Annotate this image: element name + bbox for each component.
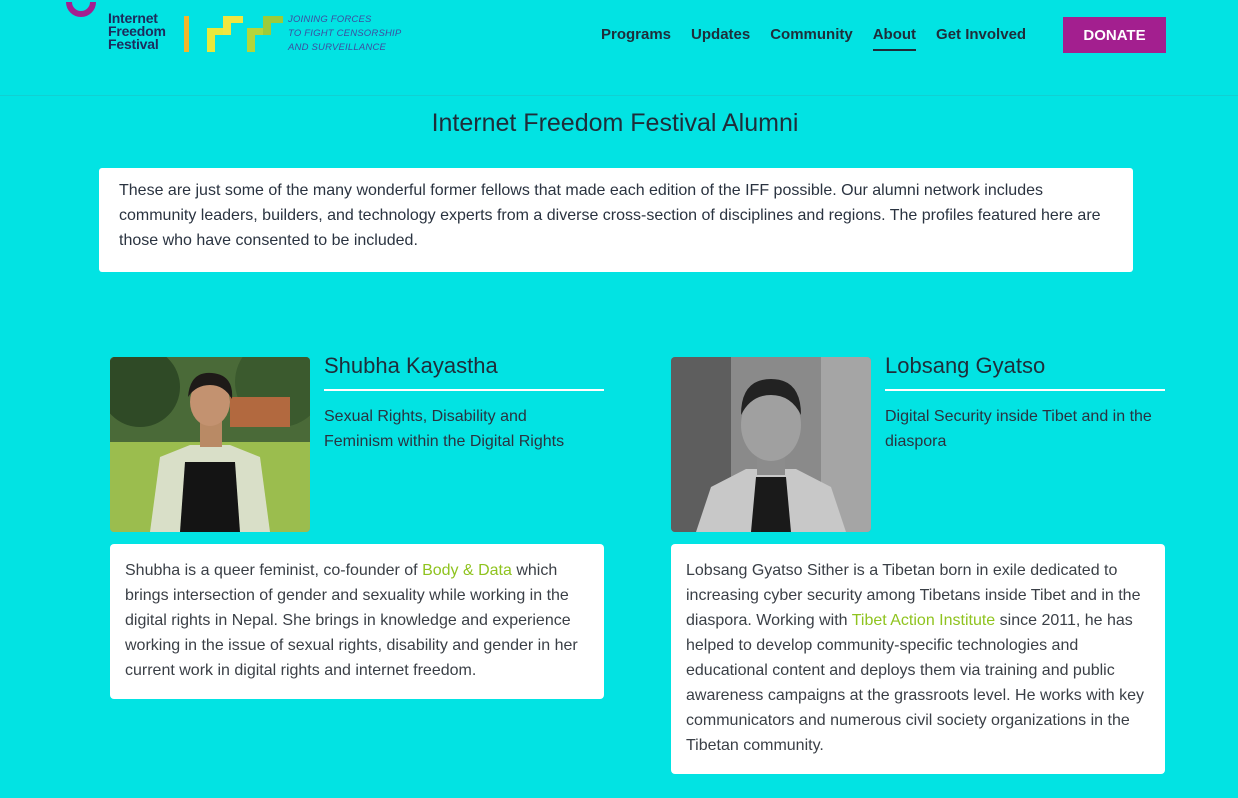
intro-text: These are just some of the many wonderfu…	[99, 168, 1133, 272]
alumni-photo	[671, 357, 871, 532]
nav-updates[interactable]: Updates	[691, 26, 750, 51]
site-header: Internet Freedom Festival Joining forces…	[0, 0, 1238, 96]
nav-programs[interactable]: Programs	[601, 26, 671, 51]
main-nav: Programs Updates Community About Get Inv…	[601, 26, 1046, 51]
donate-button[interactable]: DONATE	[1063, 17, 1166, 53]
alumni-name: Lobsang Gyatso	[885, 353, 1165, 391]
logo-tagline: Joining forces to fight censorship and s…	[288, 13, 401, 55]
tagline-line: and surveillance	[288, 42, 387, 53]
alumni-bio: Shubha is a queer feminist, co-founder o…	[110, 544, 604, 699]
logo-line: Festival	[108, 36, 159, 52]
bio-text: since 2011, he has helped to develop com…	[686, 612, 1144, 754]
nav-community[interactable]: Community	[770, 26, 853, 51]
bio-text: which brings intersection of gender and …	[125, 562, 578, 679]
tibet-action-institute-link[interactable]: Tibet Action Institute	[852, 612, 995, 629]
tagline-line: to fight censorship	[288, 28, 402, 39]
nav-get-involved[interactable]: Get Involved	[936, 26, 1026, 51]
alumni-topic: Digital Security inside Tibet and in the…	[885, 408, 1152, 450]
alumni-topic: Sexual Rights, Disability and Feminism w…	[324, 408, 565, 450]
bio-text: Shubha is a queer feminist, co-founder o…	[125, 562, 423, 579]
logo-wordmark[interactable]: Internet Freedom Festival	[108, 11, 166, 52]
alumni-name: Shubha Kayastha	[324, 353, 604, 391]
alumni-photo	[110, 357, 310, 532]
nav-about[interactable]: About	[872, 26, 917, 51]
logo-divider	[184, 16, 189, 52]
page-title: Internet Freedom Festival Alumni	[431, 109, 799, 137]
tagline-line: Joining forces	[288, 14, 372, 25]
alumni-bio: Lobsang Gyatso Sither is a Tibetan born …	[671, 544, 1165, 774]
logo-arc-icon[interactable]	[66, 0, 96, 24]
body-and-data-link[interactable]: Body & Data	[422, 562, 512, 579]
logo-steps-icon	[207, 16, 283, 52]
